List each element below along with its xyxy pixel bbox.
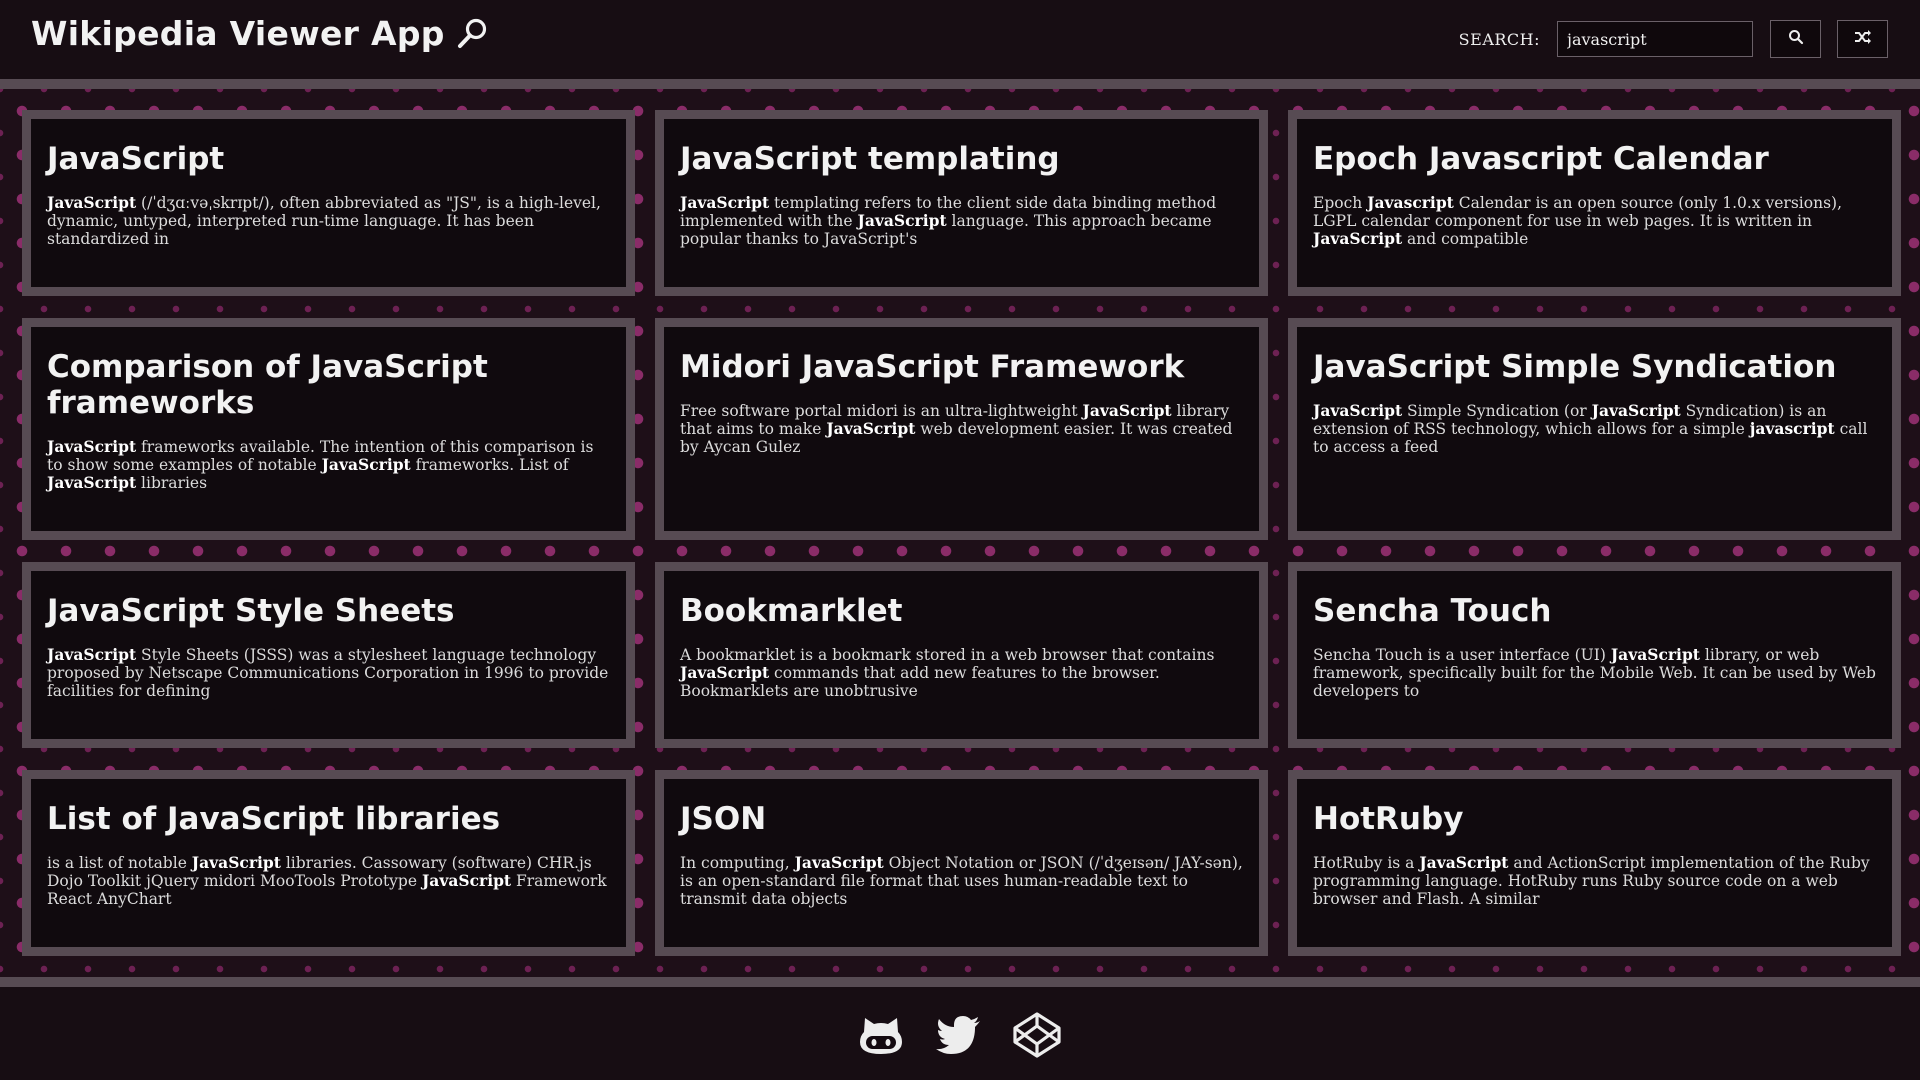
app-header: Wikipedia Viewer App SEARCH: [0,0,1920,79]
result-card[interactable]: Comparison of JavaScript frameworks JavaS… [22,318,635,540]
snippet-highlight: JavaScript [47,437,137,456]
result-title[interactable]: JavaScript [47,141,610,177]
snippet-text: Epoch [1313,194,1368,212]
snippet-text: and compatible [1402,230,1529,248]
social-links [856,1012,1062,1058]
random-article-button[interactable] [1837,20,1888,58]
magnifier-icon [455,17,489,51]
snippet-highlight: JavaScript [680,193,770,212]
header-divider [0,79,1920,89]
codepen-icon [1012,1012,1062,1058]
result-title[interactable]: JSON [680,801,1243,837]
snippet-highlight: JavaScript [1082,401,1172,420]
result-card[interactable]: List of JavaScript libraries is a list of… [22,770,635,956]
results-area: JavaScript JavaScript (/ˈdʒɑːvəˌskrɪpt/),… [0,89,1920,977]
search-icon [1788,29,1804,49]
result-card[interactable]: JavaScript JavaScript (/ˈdʒɑːvəˌskrɪpt/),… [22,110,635,296]
snippet-highlight: JavaScript [1591,401,1681,420]
codepen-link[interactable] [1012,1012,1062,1058]
result-snippet: Free software portal midori is an ultra-… [680,401,1243,457]
result-snippet: JavaScript (/ˈdʒɑːvəˌskrɪpt/), often abb… [47,193,610,249]
result-card[interactable]: Sencha Touch Sencha Touch is a user inter… [1288,562,1901,748]
result-title[interactable]: Bookmarklet [680,593,1243,629]
snippet-highlight: JavaScript [47,645,137,664]
snippet-text: frameworks. List of [410,456,569,474]
result-card[interactable]: HotRuby HotRuby is a JavaScript and Actio… [1288,770,1901,956]
snippet-highlight: JavaScript [191,853,281,872]
snippet-highlight: javascript [1749,419,1835,438]
snippet-text: In computing, [680,854,795,872]
result-card[interactable]: Midori JavaScript Framework Free software… [655,318,1268,540]
result-title[interactable]: JavaScript templating [680,141,1243,177]
result-snippet: JavaScript frameworks available. The int… [47,437,610,493]
snippet-highlight: JavaScript [1313,401,1403,420]
result-title[interactable]: JavaScript Style Sheets [47,593,610,629]
snippet-highlight: JavaScript [826,419,916,438]
result-card[interactable]: JavaScript Simple Syndication JavaScript … [1288,318,1901,540]
snippet-highlight: JavaScript [47,193,137,212]
result-title[interactable]: Sencha Touch [1313,593,1876,629]
result-snippet: Sencha Touch is a user interface (UI) Ja… [1313,645,1876,701]
snippet-highlight: JavaScript [1313,229,1403,248]
snippet-text: Sencha Touch is a user interface (UI) [1313,646,1611,664]
github-icon [856,1012,906,1058]
snippet-highlight: JavaScript [47,473,137,492]
result-card[interactable]: JavaScript Style Sheets JavaScript Style … [22,562,635,748]
twitter-link[interactable] [934,1012,984,1058]
snippet-text: Simple Syndication (or [1402,402,1592,420]
search-label: SEARCH: [1458,29,1540,49]
snippet-text: libraries [136,474,208,492]
search-button[interactable] [1770,20,1821,58]
result-snippet: is a list of notable JavaScript librarie… [47,853,610,909]
shuffle-icon [1854,29,1872,49]
result-card[interactable]: Bookmarklet A bookmarklet is a bookmark s… [655,562,1268,748]
search-input[interactable] [1557,21,1753,57]
snippet-text: is a list of notable [47,854,192,872]
result-snippet: JavaScript Style Sheets (JSSS) was a sty… [47,645,610,701]
footer-divider [0,977,1920,987]
result-title[interactable]: Comparison of JavaScript frameworks [47,349,610,421]
snippet-highlight: JavaScript [680,663,770,682]
snippet-highlight: JavaScript [794,853,884,872]
result-snippet: A bookmarklet is a bookmark stored in a … [680,646,1243,700]
snippet-highlight: JavaScript [421,871,512,890]
snippet-highlight: JavaScript [1419,853,1509,872]
app-title-text: Wikipedia Viewer App [31,14,445,53]
result-title[interactable]: JavaScript Simple Syndication [1313,349,1876,385]
snippet-highlight: JavaScript [321,455,411,474]
snippet-text: Free software portal midori is an ultra-… [680,402,1083,420]
result-snippet: JavaScript templating refers to the clie… [680,193,1243,249]
result-snippet: Epoch Javascript Calendar is an open sou… [1313,193,1876,249]
result-title[interactable]: Midori JavaScript Framework [680,349,1243,385]
app-title: Wikipedia Viewer App [31,14,489,53]
result-title[interactable]: Epoch Javascript Calendar [1313,141,1876,177]
result-snippet: HotRuby is a JavaScript and ActionScript… [1313,853,1876,909]
snippet-text: A bookmarklet is a bookmark stored in a … [680,646,1215,664]
snippet-text: HotRuby is a [1313,854,1420,872]
result-title[interactable]: List of JavaScript libraries [47,801,610,837]
result-card[interactable]: JavaScript templating JavaScript templati… [655,110,1268,296]
snippet-highlight: Javascript [1367,193,1454,212]
snippet-highlight: JavaScript [857,211,947,230]
result-card[interactable]: Epoch Javascript Calendar Epoch Javascrip… [1288,110,1901,296]
result-snippet: JavaScript Simple Syndication (or JavaSc… [1313,401,1876,457]
result-card[interactable]: JSON In computing, JavaScript Object Nota… [655,770,1268,956]
github-link[interactable] [856,1012,906,1058]
result-title[interactable]: HotRuby [1313,801,1876,837]
twitter-icon [934,1012,984,1058]
result-snippet: In computing, JavaScript Object Notation… [680,853,1243,909]
snippet-highlight: JavaScript [1610,645,1700,664]
results-grid: JavaScript JavaScript (/ˈdʒɑːvəˌskrɪpt/),… [22,110,1901,956]
search-area: SEARCH: [1459,20,1888,58]
